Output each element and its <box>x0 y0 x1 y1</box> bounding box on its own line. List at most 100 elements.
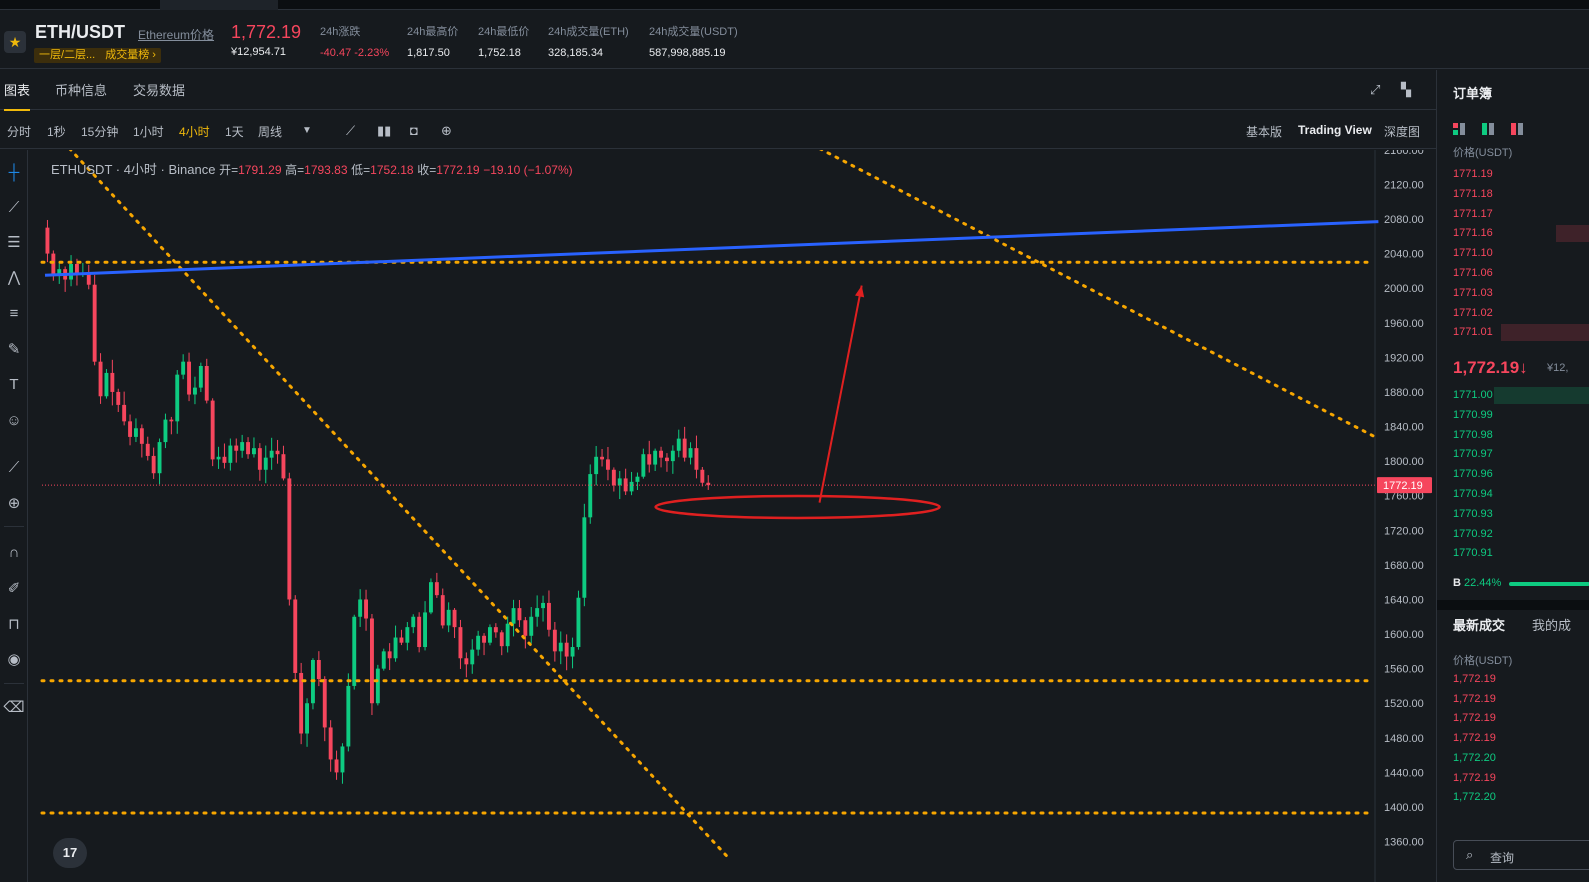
candle-body <box>499 632 504 647</box>
tab-latest-trades[interactable]: 最新成交 <box>1453 615 1505 634</box>
interval-4h[interactable]: 4小时 <box>179 123 210 140</box>
zoom-in-icon[interactable]: ⊕ <box>3 493 25 515</box>
star-icon[interactable]: ★ <box>4 31 26 53</box>
tag-volume-rank[interactable]: 成交量榜 › <box>100 48 161 63</box>
orderbook-ask-row[interactable]: 1771.03 <box>1453 284 1589 303</box>
candle-body <box>181 361 186 375</box>
view-basic[interactable]: 基本版 <box>1246 123 1282 140</box>
candle-body <box>659 450 663 458</box>
orderbook-ask-row[interactable]: 1771.19 <box>1453 165 1589 184</box>
browser-tabstrip <box>0 0 1589 10</box>
orderbook-ask-row[interactable]: 1771.18 <box>1453 185 1589 204</box>
tab-chart[interactable]: 图表 <box>4 80 31 111</box>
ruler-icon[interactable]: ⟋ <box>3 457 25 479</box>
search-input[interactable]: ⌕ 查询 <box>1453 840 1589 870</box>
candle-body <box>151 455 156 474</box>
tag-layer[interactable]: 一层/二层... <box>34 48 100 63</box>
orderbook-ask-row[interactable]: 1771.16 <box>1453 224 1589 243</box>
candle-body <box>588 474 593 518</box>
emoji-icon[interactable]: ☺ <box>3 410 25 432</box>
pencil-lock-icon[interactable]: ✐ <box>3 578 25 600</box>
chevron-down-icon[interactable]: ▼ <box>302 125 312 136</box>
crosshair-icon[interactable]: ┼ <box>3 162 25 184</box>
text-icon[interactable]: T <box>3 374 25 396</box>
candle-body <box>187 361 191 395</box>
magnet-icon[interactable]: ∩ <box>3 542 25 564</box>
pattern-icon[interactable]: ⋀ <box>3 267 25 289</box>
candle-body <box>582 517 587 598</box>
orderbook-bid-row[interactable]: 1770.91 <box>1453 544 1589 563</box>
view-tradingview[interactable]: Trading View <box>1298 123 1372 137</box>
legend-change: −19.10 (−1.07%) <box>483 163 573 177</box>
candle-body <box>358 599 363 617</box>
trash-icon[interactable]: ⌫ <box>3 697 25 719</box>
horizontal-lines-icon[interactable]: ☰ <box>3 232 25 254</box>
trendline-icon[interactable]: ⟋ <box>3 197 25 219</box>
orderbook-ask-row[interactable]: 1771.02 <box>1453 304 1589 323</box>
orderbook-ask-row[interactable]: 1771.17 <box>1453 205 1589 224</box>
candle-body <box>488 627 492 643</box>
tab-my-trades[interactable]: 我的成 <box>1532 615 1571 634</box>
bid-price: 1770.94 <box>1453 488 1493 500</box>
tradingview-logo[interactable]: 17 <box>53 838 87 868</box>
indicators-icon[interactable]: ⟋ <box>346 123 355 139</box>
eye-icon[interactable]: ◉ <box>3 649 25 671</box>
expand-icon[interactable]: ⤢ <box>1370 82 1384 97</box>
orderbook-ask-row[interactable]: 1771.01 <box>1453 323 1589 342</box>
ask-price: 1771.19 <box>1453 168 1493 180</box>
orderbook-ask-row[interactable]: 1771.10 <box>1453 244 1589 263</box>
view-depth[interactable]: 深度图 <box>1384 123 1420 140</box>
lock-icon[interactable]: ⊓ <box>3 614 25 636</box>
candle-body <box>617 478 622 486</box>
orderbook-bid-row[interactable]: 1770.98 <box>1453 426 1589 445</box>
orderbook-bid-row[interactable]: 1770.99 <box>1453 406 1589 425</box>
ask-price: 1771.17 <box>1453 207 1493 220</box>
candle-body <box>252 448 256 455</box>
candle-body <box>511 608 516 624</box>
orderbook-bid-row[interactable]: 1770.93 <box>1453 505 1589 524</box>
camera-icon[interactable]: ◘ <box>410 123 418 138</box>
orderbook-bids-icon[interactable] <box>1482 123 1494 135</box>
grid-icon[interactable]: ▚ <box>1401 82 1415 97</box>
candles-icon[interactable]: ▮▮ <box>377 123 391 139</box>
candle-body <box>535 608 540 617</box>
interval-line[interactable]: 分时 <box>7 123 31 140</box>
interval-1w[interactable]: 周线 <box>258 123 282 140</box>
orderbook-ask-row[interactable]: 1771.06 <box>1453 264 1589 283</box>
stat-value: 587,998,885.19 <box>649 47 726 59</box>
orderbook-both-icon[interactable] <box>1453 123 1465 135</box>
brush-icon[interactable]: ✎ <box>3 339 25 361</box>
candle-body <box>547 602 551 630</box>
price-chart[interactable]: 2160.00 2120.00 2080.00 2040.00 2000.00 1960.… <box>29 150 1435 882</box>
chart-canvas[interactable]: 2160.00 2120.00 2080.00 2040.00 2000.00 1960.… <box>29 150 1435 882</box>
interval-1s[interactable]: 1秒 <box>47 123 66 140</box>
orderbook-bid-row[interactable]: 1771.00 <box>1453 386 1589 405</box>
drawing-toolbar: ┼ ⟋ ☰ ⋀ ≡ ✎ T ☺ ⟋ ⊕ ∩ ✐ ⊓ ◉ ⌫ <box>0 150 28 882</box>
interval-1h[interactable]: 1小时 <box>133 123 164 140</box>
trade-row: 1,772.20 <box>1453 791 1496 804</box>
tab-trading-data[interactable]: 交易数据 <box>133 80 185 99</box>
orderbook-bid-row[interactable]: 1770.94 <box>1453 485 1589 504</box>
interval-15m[interactable]: 15分钟 <box>81 123 118 140</box>
symbol-title[interactable]: ETH/USDT <box>35 22 125 43</box>
candle-body <box>594 456 599 475</box>
candle-body <box>269 450 274 458</box>
plus-icon[interactable]: ⊕ <box>441 123 452 139</box>
candle-body <box>157 442 162 474</box>
candle-body <box>482 635 486 643</box>
orderbook-bid-row[interactable]: 1770.97 <box>1453 445 1589 464</box>
stat-label: 24h成交量(USDT) <box>649 26 738 38</box>
active-browser-tab[interactable] <box>160 0 278 10</box>
candle-body <box>393 637 398 659</box>
depth-bar <box>1494 387 1589 404</box>
fib-icon[interactable]: ≡ <box>3 303 25 325</box>
candle-body <box>234 445 239 451</box>
symbol-info-link[interactable]: Ethereum价格 <box>138 26 214 43</box>
orderbook-asks-icon[interactable] <box>1511 123 1523 135</box>
main-tabs: 图表 币种信息 交易数据 <box>0 70 1436 111</box>
ask-price: 1771.01 <box>1453 326 1493 339</box>
tab-coin-info[interactable]: 币种信息 <box>55 80 107 99</box>
orderbook-bid-row[interactable]: 1770.96 <box>1453 465 1589 484</box>
orderbook-bid-row[interactable]: 1770.92 <box>1453 525 1589 544</box>
interval-1d[interactable]: 1天 <box>225 123 244 140</box>
